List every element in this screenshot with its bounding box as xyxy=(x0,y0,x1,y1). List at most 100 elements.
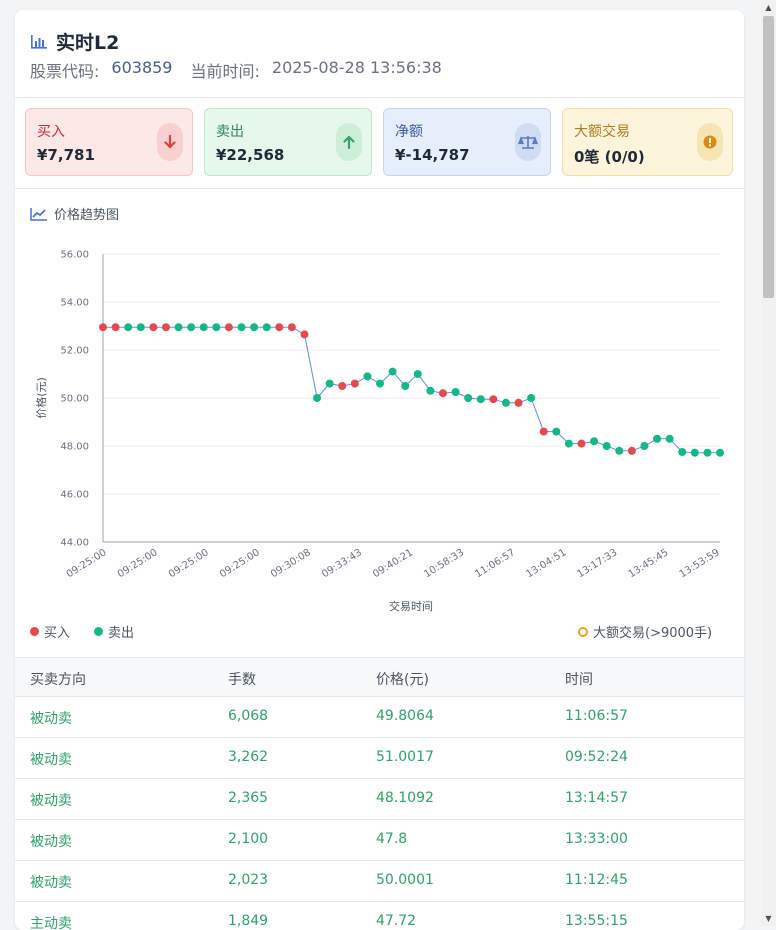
arrow-down-icon xyxy=(157,123,183,161)
warning-icon xyxy=(697,123,723,161)
cell-time: 11:12:45 xyxy=(565,872,628,888)
x-tick-label: 09:25:00 xyxy=(116,547,160,580)
trade-table: 买卖方向 手数 价格(元) 时间 被动卖 6,068 49.8064 11:06… xyxy=(15,657,744,930)
buy-point[interactable] xyxy=(275,323,284,332)
sell-point[interactable] xyxy=(199,323,208,332)
sell-point[interactable] xyxy=(174,323,183,332)
legend-buy[interactable]: 买入 xyxy=(30,622,70,641)
buy-point[interactable] xyxy=(149,323,158,332)
x-tick-label: 13:53:59 xyxy=(678,547,722,580)
x-tick-label: 09:25:00 xyxy=(65,547,109,580)
sell-point[interactable] xyxy=(527,394,536,402)
cell-time: 13:33:00 xyxy=(565,831,628,847)
col-time-header[interactable]: 时间 xyxy=(565,669,593,689)
sell-point[interactable] xyxy=(640,442,649,450)
sell-point[interactable] xyxy=(602,442,611,450)
vertical-scrollbar[interactable]: ▲ ▼ xyxy=(761,0,776,926)
cell-volume: 6,068 xyxy=(228,708,269,724)
legend-big-trade[interactable]: 大额交易(>9000手) xyxy=(578,622,712,641)
scroll-up-arrow-icon[interactable]: ▲ xyxy=(761,0,776,15)
buy-point[interactable] xyxy=(539,427,548,436)
table-row[interactable]: 被动卖 6,068 49.8064 11:06:57 xyxy=(15,697,744,738)
sell-point[interactable] xyxy=(426,386,435,395)
sell-point[interactable] xyxy=(451,388,460,396)
scrollbar-thumb[interactable] xyxy=(763,16,774,298)
buy-point[interactable] xyxy=(111,323,120,332)
sell-dot-icon xyxy=(94,627,103,636)
buy-point[interactable] xyxy=(514,398,523,407)
cell-volume: 2,100 xyxy=(228,831,269,847)
sell-point[interactable] xyxy=(476,395,485,404)
x-tick-label: 13:17:33 xyxy=(575,547,619,580)
buy-point[interactable] xyxy=(300,330,309,339)
sell-point[interactable] xyxy=(136,323,145,332)
sell-point[interactable] xyxy=(413,370,422,378)
buy-point[interactable] xyxy=(287,323,296,332)
stat-big-trade-card: 大额交易 0笔 (0/0) xyxy=(562,108,733,176)
current-time-value: 2025-08-28 13:56:38 xyxy=(271,58,442,77)
sell-point[interactable] xyxy=(237,323,246,332)
cell-time: 11:06:57 xyxy=(565,708,628,724)
stat-sell-card: 卖出 ¥22,568 xyxy=(204,108,372,176)
sell-point[interactable] xyxy=(665,434,674,443)
buy-point[interactable] xyxy=(99,323,107,332)
x-tick-label: 09:25:00 xyxy=(218,547,262,580)
bar-chart-icon xyxy=(31,34,47,49)
col-price-header[interactable]: 价格(元) xyxy=(376,669,429,689)
sell-point[interactable] xyxy=(388,367,397,376)
sell-point[interactable] xyxy=(716,448,724,457)
buy-point[interactable] xyxy=(489,395,498,404)
stat-net-card: 净额 ¥-14,787 xyxy=(383,108,551,176)
col-volume-header[interactable]: 手数 xyxy=(228,669,256,689)
stat-sell-label: 卖出 xyxy=(216,124,244,140)
buy-point[interactable] xyxy=(350,379,359,388)
sell-point[interactable] xyxy=(187,323,196,332)
arrow-up-icon xyxy=(336,123,362,161)
sell-point[interactable] xyxy=(401,382,410,390)
sell-point[interactable] xyxy=(325,379,334,388)
sell-point[interactable] xyxy=(212,323,221,332)
sell-point[interactable] xyxy=(464,394,473,402)
table-row[interactable]: 被动卖 3,262 51.0017 09:52:24 xyxy=(15,738,744,779)
x-tick-label: 09:40:21 xyxy=(371,547,415,580)
ring-icon xyxy=(578,626,588,637)
table-row[interactable]: 被动卖 2,023 50.0001 11:12:45 xyxy=(15,861,744,902)
stat-big-label: 大额交易 xyxy=(574,124,630,140)
sell-point[interactable] xyxy=(615,446,624,455)
sell-point[interactable] xyxy=(690,448,699,457)
sell-point[interactable] xyxy=(313,394,322,402)
sell-point[interactable] xyxy=(678,448,687,456)
sell-point[interactable] xyxy=(363,372,372,381)
sell-point[interactable] xyxy=(501,398,510,407)
buy-point[interactable] xyxy=(338,382,347,390)
legend-sell[interactable]: 卖出 xyxy=(94,622,134,641)
buy-point[interactable] xyxy=(438,389,447,398)
stat-big-value: 0笔 (0/0) xyxy=(574,148,645,166)
buy-point[interactable] xyxy=(224,323,233,332)
title-row: 实时L2 xyxy=(30,28,119,55)
x-tick-label: 11:06:57 xyxy=(473,547,517,580)
sell-point[interactable] xyxy=(552,427,561,436)
table-row[interactable]: 被动卖 2,365 48.1092 13:14:57 xyxy=(15,779,744,820)
stat-sell-value: ¥22,568 xyxy=(216,146,285,164)
cell-time: 13:14:57 xyxy=(565,790,628,806)
scroll-down-arrow-icon[interactable]: ▼ xyxy=(761,911,776,926)
current-time-label: 当前时间: xyxy=(190,62,260,81)
col-direction-header[interactable]: 买卖方向 xyxy=(30,669,86,689)
buy-point[interactable] xyxy=(627,446,636,455)
sell-point[interactable] xyxy=(703,448,712,457)
sell-point[interactable] xyxy=(124,323,133,332)
buy-point[interactable] xyxy=(577,439,586,448)
table-row[interactable]: 被动卖 2,100 47.8 13:33:00 xyxy=(15,820,744,861)
sell-point[interactable] xyxy=(653,434,662,443)
y-tick-label: 54.00 xyxy=(60,298,89,309)
sell-point[interactable] xyxy=(564,439,573,448)
sell-point[interactable] xyxy=(262,323,271,332)
sell-point[interactable] xyxy=(590,437,599,446)
buy-point[interactable] xyxy=(161,323,170,332)
buy-dot-icon xyxy=(30,627,39,636)
cell-volume: 3,262 xyxy=(228,749,269,765)
x-axis-title: 交易时间 xyxy=(389,599,433,613)
sell-point[interactable] xyxy=(250,323,259,332)
sell-point[interactable] xyxy=(376,379,385,388)
